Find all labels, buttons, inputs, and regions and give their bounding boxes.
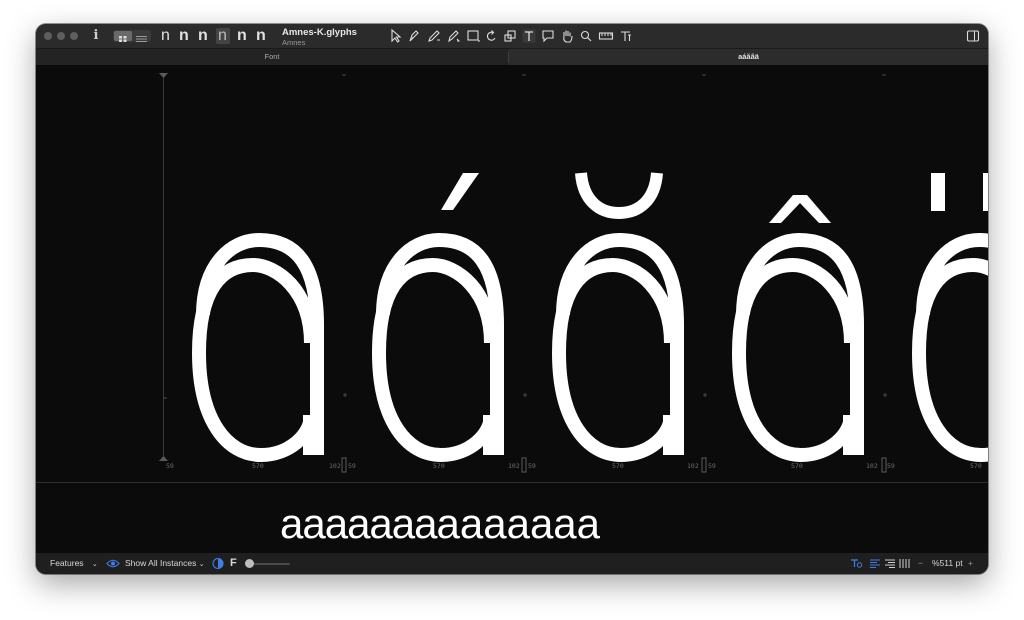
kern-value[interactable]: 102 [687, 462, 699, 470]
features-dropdown[interactable]: Features ⌄ [50, 553, 98, 574]
layout-toggle[interactable] [113, 30, 151, 42]
eye-icon[interactable] [106, 553, 120, 574]
glyph-n-light-button[interactable]: n [161, 27, 170, 44]
glyph-n-black-button[interactable]: n [256, 27, 266, 44]
preview-regular-run: aaaaaaa [280, 500, 438, 547]
chevron-down-icon: ⌄ [198, 561, 205, 568]
glyph-acircumflex [739, 195, 857, 455]
annotation-tool-icon[interactable] [541, 28, 555, 44]
rectangle-tool-icon[interactable] [466, 28, 482, 44]
preview-text: aaaaaaaaaaaaaa [280, 503, 600, 545]
size-slider-track[interactable] [250, 563, 290, 565]
toolbar: i n n n n n n Amnes-K.glyphs Amnes [36, 24, 988, 48]
text-tool-icon[interactable] [522, 28, 536, 44]
glyph-abreve [559, 172, 677, 455]
width-value[interactable]: 570 [791, 462, 803, 470]
tab-bar: Font aáăâä [36, 48, 988, 66]
zoom-out-button[interactable]: − [918, 553, 923, 574]
lsb-value[interactable]: 59 [887, 462, 895, 470]
zoom-in-button[interactable]: + [968, 553, 973, 574]
vertical-text-icon[interactable] [898, 553, 910, 574]
lsb-value[interactable]: 59 [708, 462, 716, 470]
measure-tool-icon[interactable] [598, 28, 614, 44]
scale-tool-icon[interactable] [503, 28, 517, 44]
glyph-n-bold-button[interactable]: n [237, 27, 247, 44]
info-icon[interactable]: i [91, 28, 101, 44]
grid-view-icon[interactable] [114, 31, 132, 42]
close-window-button[interactable] [44, 32, 52, 40]
zoom-value[interactable]: %511 pt [932, 553, 963, 574]
lsb-value[interactable]: 59 [528, 462, 536, 470]
rotate-tool-icon[interactable] [485, 28, 499, 44]
kern-value[interactable]: 102 [866, 462, 878, 470]
width-value[interactable]: 570 [433, 462, 445, 470]
width-value[interactable]: 570 [970, 462, 982, 470]
width-value[interactable]: 570 [612, 462, 624, 470]
kern-value[interactable]: 102 [508, 462, 520, 470]
instances-label: Show All Instances [125, 558, 197, 568]
lsb-value[interactable]: 59 [348, 462, 356, 470]
zoom-tool-icon[interactable] [579, 28, 593, 44]
window-subtitle: Amnes [282, 38, 306, 47]
app-window: i n n n n n n Amnes-K.glyphs Amnes Font … [36, 24, 988, 574]
type-tool-icon[interactable] [619, 28, 633, 44]
glyph-a [199, 240, 317, 455]
align-right-icon[interactable] [884, 553, 896, 574]
zoom-window-button[interactable] [70, 32, 78, 40]
window-title: Amnes-K.glyphs [282, 27, 357, 38]
preview-alt-run: aaaaaaa [436, 500, 601, 547]
pen-tool-icon[interactable] [446, 28, 462, 44]
list-view-icon[interactable] [134, 31, 150, 49]
glyph-outlines [163, 74, 988, 473]
align-left-icon[interactable] [869, 553, 881, 574]
font-icon[interactable]: F [230, 553, 237, 574]
tab-glyphs[interactable]: aáăâä [509, 49, 988, 65]
bottom-bar: Features ⌄ Show All Instances ⌄ F − %511… [36, 553, 988, 574]
color-mode-icon[interactable] [212, 553, 224, 574]
pencil-tool-icon[interactable] [426, 28, 442, 44]
select-tool-icon[interactable] [389, 28, 403, 44]
glyph-n-regular-button[interactable]: n [179, 27, 189, 44]
size-slider-knob[interactable] [245, 559, 254, 568]
glyph-aacute [379, 173, 497, 455]
sidebar-toggle-icon[interactable] [966, 28, 980, 44]
draw-tool-icon[interactable] [407, 28, 421, 44]
width-value[interactable]: 570 [252, 462, 264, 470]
direction-icon[interactable] [849, 553, 863, 574]
glyph-n-medium-button[interactable]: n [198, 27, 208, 44]
preview-panel[interactable]: aaaaaaaaaaaaaa [36, 483, 988, 553]
hand-tool-icon[interactable] [560, 28, 574, 44]
lsb-value[interactable]: 59 [166, 462, 174, 470]
features-label: Features [50, 558, 84, 568]
minimize-window-button[interactable] [57, 32, 65, 40]
chevron-down-icon: ⌄ [91, 561, 98, 568]
tab-font[interactable]: Font [36, 49, 508, 65]
glyph-n-semibold-button[interactable]: n [218, 27, 227, 44]
glyph-adieresis [919, 173, 988, 455]
kern-value[interactable]: 102 [329, 462, 341, 470]
edit-canvas[interactable]: 59 570 102 59 570 102 59 570 102 59 570 … [36, 65, 988, 482]
instances-dropdown[interactable]: Show All Instances ⌄ [125, 553, 205, 574]
